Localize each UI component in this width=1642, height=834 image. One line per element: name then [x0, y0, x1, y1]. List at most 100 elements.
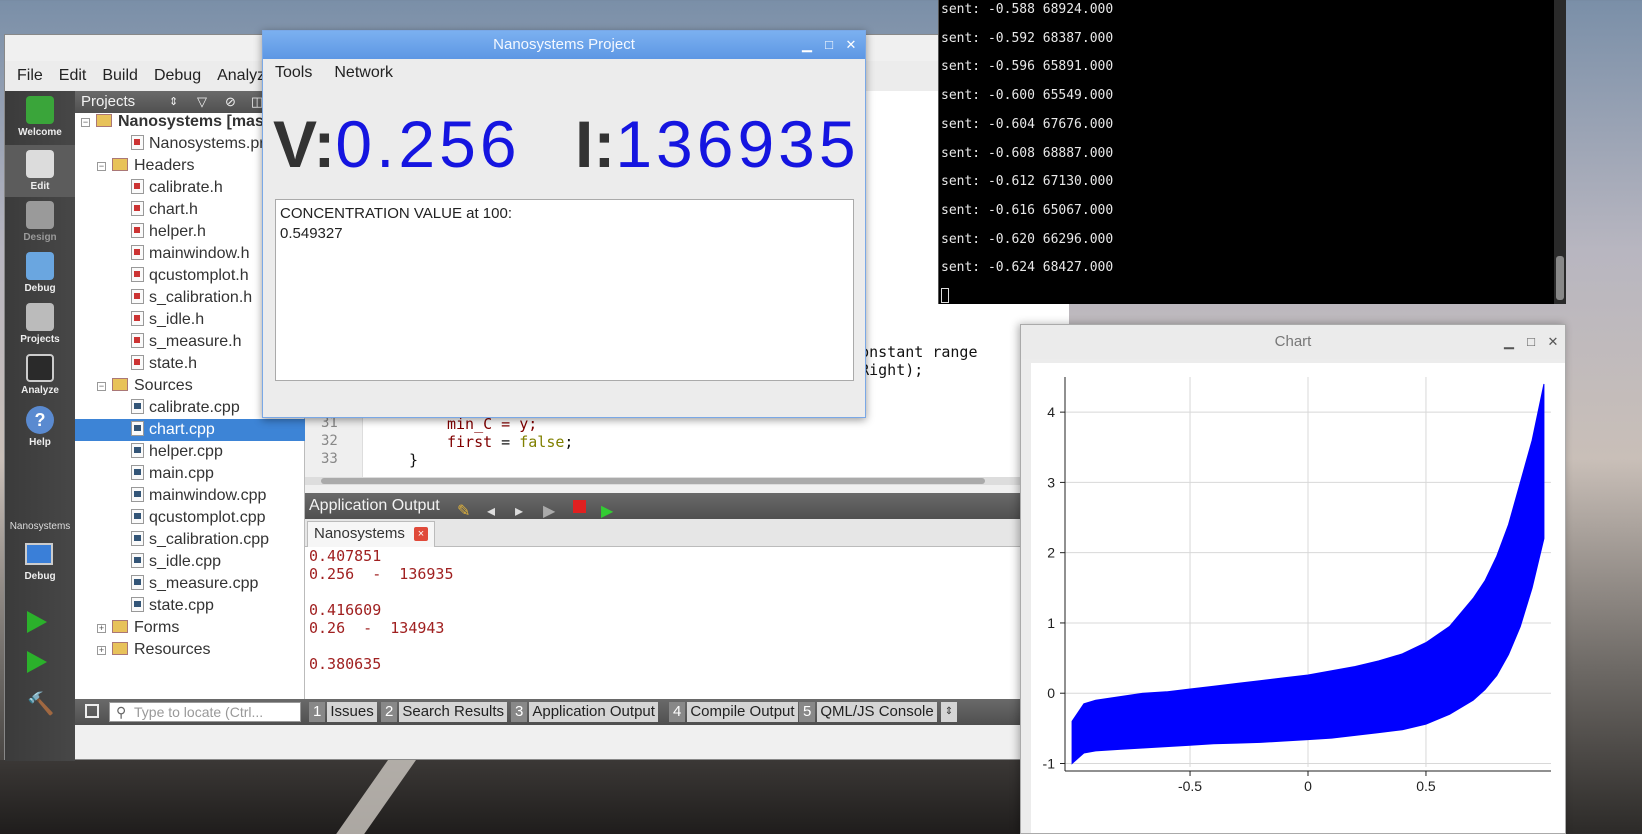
folder-icon: [112, 620, 128, 633]
tree-item[interactable]: s_idle.cpp: [75, 551, 305, 573]
terminal-line: sent: -0.616 65067.000: [941, 202, 1114, 218]
concentration-textbox[interactable]: CONCENTRATION VALUE at 100: 0.549327: [275, 199, 854, 381]
chart-titlebar[interactable]: Chart ▁ □ ✕: [1021, 325, 1565, 359]
menu-debug[interactable]: Debug: [154, 67, 201, 85]
application-output-header: Application Output ✎ ◂ ▸ ▶ ▶: [305, 493, 1069, 520]
debug-run-icon[interactable]: [27, 651, 47, 673]
chart-plot-area[interactable]: -0.5 0 0.5 -1 0 1 2 3 4: [1031, 363, 1565, 833]
rerun-icon[interactable]: ▶: [543, 499, 557, 520]
concentration-heading: CONCENTRATION VALUE at 100:: [280, 205, 513, 222]
link-icon[interactable]: ⊘: [225, 91, 236, 113]
expand-toggle-icon[interactable]: +: [97, 624, 106, 633]
clear-output-icon[interactable]: ✎: [457, 499, 471, 520]
y-tick-label: 3: [1047, 474, 1055, 490]
tree-item-label: s_measure.cpp: [149, 575, 259, 592]
tree-item-label: Sources: [134, 377, 193, 394]
header-file-icon: [131, 355, 144, 370]
voltage-label: V:: [273, 107, 336, 181]
nanosystems-titlebar[interactable]: Nanosystems Project ▁ □ ✕: [263, 31, 865, 59]
terminal-scrollbar[interactable]: [1554, 0, 1566, 304]
output-pane-button[interactable]: 4 Compile Output: [669, 702, 798, 722]
mode-welcome[interactable]: Welcome: [5, 91, 75, 143]
tree-item[interactable]: mainwindow.cpp: [75, 485, 305, 507]
qt-logo-icon: [26, 96, 54, 124]
locate-input[interactable]: ⚲ Type to locate (Ctrl...: [109, 702, 301, 722]
previous-item-icon[interactable]: ◂: [487, 499, 501, 520]
current-label: I:: [575, 107, 616, 181]
tree-item[interactable]: + Resources: [75, 639, 305, 661]
mode-design[interactable]: Design: [5, 196, 75, 248]
expand-toggle-icon[interactable]: +: [97, 646, 106, 655]
pane-number: 3: [511, 702, 528, 722]
menu-file[interactable]: File: [17, 67, 43, 85]
tree-item[interactable]: chart.cpp: [75, 419, 305, 441]
terminal-line: sent: -0.596 65891.000: [941, 59, 1114, 75]
output-pane-button[interactable]: 5 QML/JS Console: [799, 702, 937, 722]
updown-icon[interactable]: ⇕: [169, 91, 178, 113]
tree-item[interactable]: state.cpp: [75, 595, 305, 617]
menu-tools[interactable]: Tools: [275, 64, 312, 82]
expand-toggle-icon[interactable]: −: [97, 162, 106, 171]
mode-analyze[interactable]: Analyze: [5, 349, 75, 401]
tree-item-label: calibrate.h: [149, 179, 223, 196]
tree-item-label: s_calibration.h: [149, 289, 253, 306]
menu-network[interactable]: Network: [334, 64, 393, 82]
tree-item[interactable]: s_measure.cpp: [75, 573, 305, 595]
filter-icon[interactable]: ▽: [197, 91, 207, 113]
header-file-icon: [131, 333, 144, 348]
mode-projects[interactable]: Projects: [5, 298, 75, 350]
concentration-value: 0.549327: [280, 225, 343, 242]
window-title: Chart: [1274, 333, 1312, 350]
chart-svg: -0.5 0 0.5 -1 0 1 2 3 4: [1043, 377, 1551, 794]
kit-monitor-icon[interactable]: [25, 543, 53, 565]
close-icon[interactable]: ×: [414, 527, 428, 541]
build-hammer-icon[interactable]: 🔨: [27, 691, 54, 717]
pane-number: 5: [799, 702, 816, 722]
header-file-icon: [131, 223, 144, 238]
stop-icon[interactable]: [573, 500, 586, 513]
mode-help[interactable]: ? Help: [5, 401, 75, 453]
toggle-sidebar-icon[interactable]: [85, 704, 99, 718]
close-icon[interactable]: ✕: [1543, 325, 1563, 359]
output-pane-button[interactable]: 2 Search Results: [381, 702, 508, 722]
tree-item-label: Resources: [134, 641, 211, 658]
menu-edit[interactable]: Edit: [59, 67, 87, 85]
code-keyword: false: [519, 433, 565, 451]
output-pane-button[interactable]: 1 Issues: [309, 702, 377, 722]
minimize-icon[interactable]: ▁: [797, 31, 817, 59]
scrollbar-thumb[interactable]: [321, 478, 985, 484]
y-tick-label: -1: [1043, 755, 1056, 771]
mode-edit[interactable]: Edit: [5, 145, 75, 197]
maximize-icon[interactable]: □: [819, 31, 839, 59]
tree-item[interactable]: s_calibration.cpp: [75, 529, 305, 551]
expand-toggle-icon[interactable]: −: [97, 382, 106, 391]
next-item-icon[interactable]: ▸: [515, 499, 529, 520]
x-tick-label: 0.5: [1416, 778, 1436, 794]
scrollbar-thumb[interactable]: [1556, 256, 1564, 300]
more-panes-icon[interactable]: ⇕: [941, 702, 957, 722]
output-pane-button[interactable]: 3 Application Output: [511, 702, 658, 722]
projects-wrench-icon: [26, 303, 54, 331]
output-tab-nanosystems[interactable]: Nanosystems ×: [307, 521, 435, 547]
output-tab-label: Nanosystems: [314, 525, 405, 542]
header-file-icon: [131, 311, 144, 326]
mode-label: Help: [29, 437, 51, 448]
terminal-window[interactable]: sent: -0.588 68924.000 sent: -0.592 68387…: [938, 0, 1566, 304]
tree-item[interactable]: helper.cpp: [75, 441, 305, 463]
menu-build[interactable]: Build: [102, 67, 138, 85]
mode-debug[interactable]: Debug: [5, 247, 75, 299]
attach-debugger-icon[interactable]: ▶: [601, 499, 615, 520]
mode-label: Projects: [20, 334, 60, 345]
run-icon[interactable]: [27, 611, 47, 633]
tree-item[interactable]: + Forms: [75, 617, 305, 639]
maximize-icon[interactable]: □: [1521, 325, 1541, 359]
expand-toggle-icon[interactable]: −: [81, 118, 90, 127]
application-output[interactable]: 0.407851 0.256 - 136935 0.416609 0.26 - 134…: [305, 547, 1069, 699]
minimize-icon[interactable]: ▁: [1499, 325, 1519, 359]
terminal-line: sent: -0.588 68924.000: [941, 2, 1114, 17]
editor-horizontal-scrollbar[interactable]: [305, 477, 1069, 485]
tree-item[interactable]: qcustomplot.cpp: [75, 507, 305, 529]
tree-item[interactable]: main.cpp: [75, 463, 305, 485]
close-icon[interactable]: ✕: [841, 31, 861, 59]
